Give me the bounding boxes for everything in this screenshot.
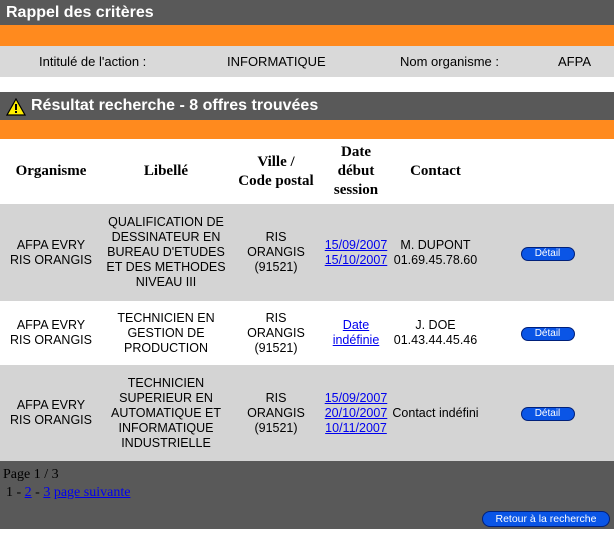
date-cell: Date indéfinie (322, 301, 390, 365)
organisme-label: Nom organisme : (400, 54, 499, 69)
contact-cell: M. DUPONT 01.69.45.78.60 (390, 204, 481, 301)
detail-button[interactable]: Détail (520, 407, 575, 421)
criteria-header: Rappel des critères (0, 0, 614, 25)
col-action (481, 139, 614, 204)
organisme-cell: AFPA EVRY RIS ORANGIS (0, 204, 102, 301)
date-cell: 15/09/2007 20/10/2007 10/11/2007 (322, 365, 390, 461)
results-title: Résultat recherche - 8 offres trouvées (31, 97, 319, 114)
organisme-cell: AFPA EVRY RIS ORANGIS (0, 301, 102, 365)
table-header-row: Organisme Libellé Ville / Code postal Dat… (0, 139, 614, 204)
page-indicator: Page 1 / 3 (3, 467, 59, 482)
date-link[interactable]: indéfinie (333, 333, 380, 347)
page-link-2[interactable]: 2 (25, 485, 32, 500)
libelle-cell: TECHNICIEN SUPERIEUR EN AUTOMATIQUE ET INFO… (102, 365, 230, 461)
warning-icon (6, 98, 26, 116)
detail-button[interactable]: Détail (520, 246, 575, 261)
contact-cell: Contact indéfini (390, 365, 481, 461)
col-ville: Ville / Code postal (238, 153, 314, 189)
results-table: Organisme Libellé Ville / Code postal Dat… (0, 139, 614, 461)
libelle-cell: TECHNICIEN EN GESTION DE PRODUCTION (102, 301, 230, 365)
libelle-cell: QUALIFICATION DE DESSINATEUR EN BUREAU D'E… (102, 204, 230, 301)
results-orange-band (0, 120, 614, 139)
results-header: Résultat recherche - 8 offres trouvées (0, 92, 614, 120)
criteria-row: Intitulé de l'action : INFORMATIQUE Nom … (0, 46, 614, 77)
col-contact: Contact (410, 163, 461, 179)
contact-cell: J. DOE 01.43.44.45.46 (390, 301, 481, 365)
next-page-link[interactable]: page suivante (54, 485, 131, 500)
date-link[interactable]: 15/09/2007 (325, 238, 388, 252)
pagination-footer: Page 1 / 3 1 - 2 - 3 page suivante Retou… (0, 461, 614, 529)
ville-cell: RIS ORANGIS (91521) (230, 365, 322, 461)
col-date: Date début session (333, 144, 379, 198)
criteria-title: Rappel des critères (6, 3, 154, 21)
pagination-nav: 1 - 2 - 3 page suivante (6, 485, 131, 500)
organisme-value: AFPA (558, 54, 591, 69)
col-libelle: Libellé (143, 163, 189, 179)
action-label: Intitulé de l'action : (39, 54, 147, 69)
current-page: 1 (6, 485, 13, 500)
date-link[interactable]: 15/10/2007 (325, 253, 388, 267)
page-link-3[interactable]: 3 (43, 485, 50, 500)
date-cell: 15/09/2007 15/10/2007 (322, 204, 390, 301)
back-to-search-button[interactable]: Retour à la recherche (482, 511, 610, 527)
date-link[interactable]: Date (343, 318, 369, 332)
table-row: AFPA EVRY RIS ORANGIS QUALIFICATION DE DES… (0, 204, 614, 301)
ville-cell: RIS ORANGIS (91521) (230, 204, 322, 301)
ville-cell: RIS ORANGIS (91521) (230, 301, 322, 365)
spacer (0, 77, 614, 92)
detail-button[interactable]: Détail (520, 327, 575, 341)
action-value: INFORMATIQUE (227, 54, 326, 69)
col-organisme: Organisme (15, 163, 87, 179)
organisme-cell: AFPA EVRY RIS ORANGIS (0, 365, 102, 461)
table-row: AFPA EVRY RIS ORANGIS TECHNICIEN SUPERIEUR… (0, 365, 614, 461)
date-link[interactable]: 20/10/2007 (325, 406, 388, 420)
table-row: AFPA EVRY RIS ORANGIS TECHNICIEN EN GESTIO… (0, 301, 614, 365)
date-link[interactable]: 10/11/2007 (325, 421, 387, 435)
date-link[interactable]: 15/09/2007 (325, 391, 388, 405)
criteria-orange-band (0, 25, 614, 46)
